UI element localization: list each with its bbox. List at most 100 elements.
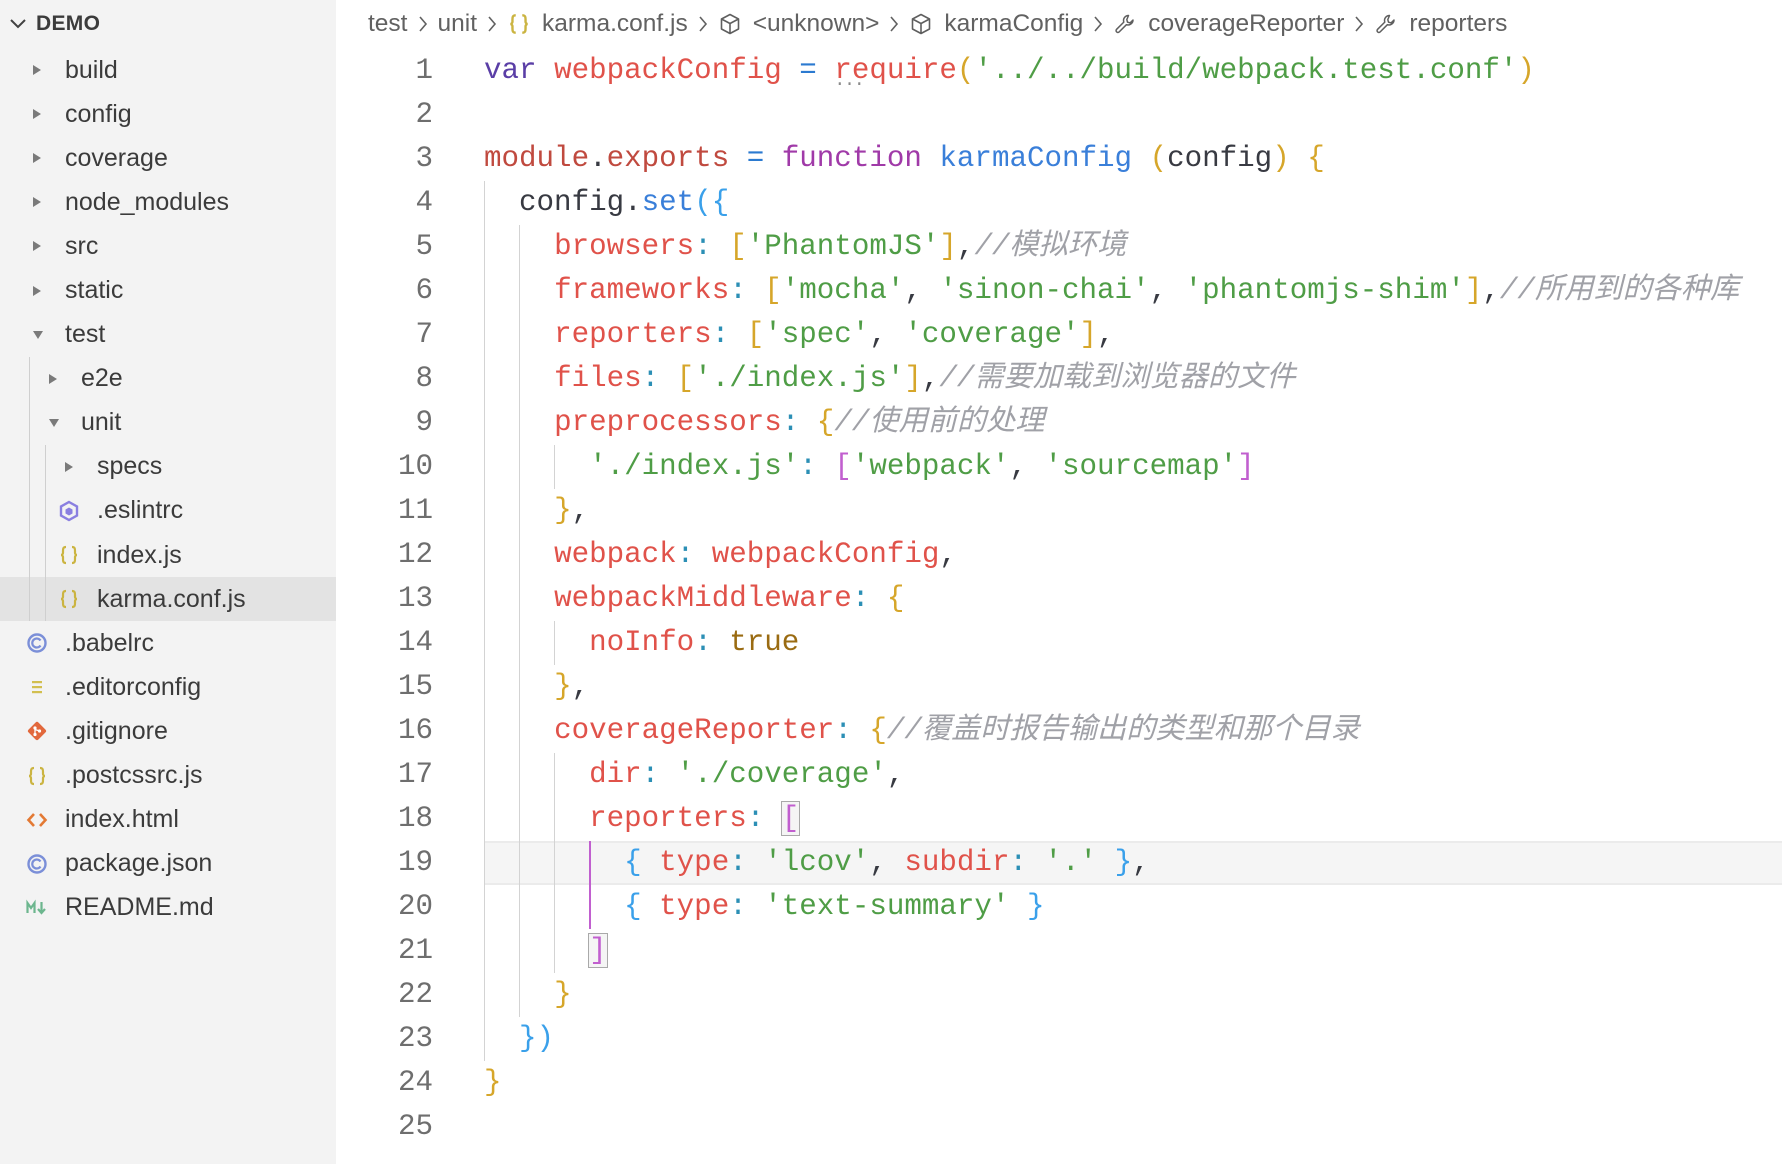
code-token: , <box>1009 449 1045 483</box>
code-text[interactable]: coverageReporter: {//覆盖时报告输出的类型和那个目录 <box>484 708 1782 753</box>
chevron-down-icon[interactable] <box>0 18 36 30</box>
code-line[interactable]: 16 coverageReporter: {//覆盖时报告输出的类型和那个目录 <box>336 708 1782 753</box>
explorer-title: DEMO <box>36 12 101 35</box>
code-line[interactable]: 6 frameworks: ['mocha', 'sinon-chai', 'p… <box>336 268 1782 313</box>
breadcrumb-item-unknown[interactable]: <unknown> <box>718 10 880 38</box>
chevron-down-icon[interactable] <box>32 330 44 340</box>
code-text[interactable]: reporters: [ <box>484 796 1782 841</box>
code-text[interactable] <box>484 1105 1782 1149</box>
code-token: } <box>1114 845 1133 879</box>
code-text[interactable]: reporters: ['spec', 'coverage'], <box>484 312 1782 357</box>
code-text[interactable]: { type: 'lcov', subdir: '.' }, <box>484 840 1782 885</box>
code-text[interactable]: module.exports = function karmaConfig (c… <box>484 137 1782 181</box>
code-text[interactable]: webpackMiddleware: { <box>484 576 1782 621</box>
code-line[interactable]: 4 config.set({ <box>336 180 1782 225</box>
tree-file-index-js[interactable]: index.js <box>0 533 336 578</box>
tree-file-babelrc[interactable]: .babelrc <box>0 621 336 665</box>
code-line[interactable]: 18 reporters: [ <box>336 796 1782 841</box>
code-line[interactable]: 12 webpack: webpackConfig, <box>336 532 1782 577</box>
code-text[interactable]: ] <box>484 928 1782 973</box>
chevron-right-icon[interactable] <box>32 240 42 252</box>
tree-folder-build[interactable]: build <box>0 48 336 92</box>
tree-folder-unit[interactable]: unit <box>0 400 336 445</box>
code-text[interactable]: } <box>484 972 1782 1017</box>
code-text[interactable]: config.set({ <box>484 180 1782 225</box>
code-line[interactable]: 10 './index.js': ['webpack', 'sourcemap'… <box>336 444 1782 489</box>
code-token: browsers <box>554 229 695 263</box>
code-line[interactable]: 7 reporters: ['spec', 'coverage'], <box>336 312 1782 357</box>
code-line[interactable]: 11 }, <box>336 488 1782 533</box>
tree-file-postcssrc-js[interactable]: .postcssrc.js <box>0 754 336 798</box>
breadcrumb-item-reporters[interactable]: reporters <box>1374 10 1507 38</box>
tree-file-editorconfig[interactable]: .editorconfig <box>0 665 336 709</box>
code-text[interactable]: preprocessors: {//使用前的处理 <box>484 400 1782 445</box>
code-text[interactable]: './index.js': ['webpack', 'sourcemap'] <box>484 444 1782 489</box>
breadcrumb-label: <unknown> <box>752 10 880 37</box>
code-text[interactable]: var webpackConfig = require('../../build… <box>484 49 1782 93</box>
code-line[interactable]: 15 }, <box>336 664 1782 709</box>
explorer-header[interactable]: DEMO <box>0 0 336 48</box>
code-text[interactable]: }, <box>484 664 1782 709</box>
chevron-right-icon[interactable] <box>64 461 74 473</box>
code-text[interactable]: dir: './coverage', <box>484 752 1782 797</box>
code-line[interactable]: 13 webpackMiddleware: { <box>336 576 1782 621</box>
tree-folder-node-modules[interactable]: node_modules <box>0 180 336 224</box>
tree-folder-test[interactable]: test <box>0 313 336 357</box>
chevron-down-icon[interactable] <box>48 418 60 428</box>
tree-file-index-html[interactable]: index.html <box>0 798 336 842</box>
tree-folder-specs[interactable]: specs <box>0 444 336 489</box>
code-text[interactable]: }) <box>484 1016 1782 1061</box>
tree-folder-coverage[interactable]: coverage <box>0 136 336 180</box>
code-line[interactable]: 25 <box>336 1105 1782 1149</box>
code-line[interactable]: 17 dir: './coverage', <box>336 752 1782 797</box>
code-text[interactable]: webpack: webpackConfig, <box>484 532 1782 577</box>
code-line[interactable]: 9 preprocessors: {//使用前的处理 <box>336 400 1782 445</box>
code-text[interactable]: files: ['./index.js'],//需要加载到浏览器的文件 <box>484 356 1782 401</box>
chevron-right-icon[interactable] <box>32 64 42 76</box>
code-line[interactable]: 22 } <box>336 972 1782 1017</box>
tree-file-karma-conf-js[interactable]: karma.conf.js <box>0 577 336 622</box>
code-text[interactable]: browsers: ['PhantomJS'],//模拟环境 <box>484 224 1782 269</box>
code-line[interactable]: 23 }) <box>336 1016 1782 1061</box>
code-line[interactable]: 21 ] <box>336 928 1782 973</box>
tree-folder-e2e[interactable]: e2e <box>0 356 336 401</box>
tree-file-eslintrc[interactable]: .eslintrc <box>0 488 336 534</box>
code-line[interactable]: 8 files: ['./index.js'],//需要加载到浏览器的文件 <box>336 356 1782 401</box>
code-text[interactable]: frameworks: ['mocha', 'sinon-chai', 'pha… <box>484 268 1782 313</box>
chevron-right-icon[interactable] <box>32 108 42 120</box>
code-text[interactable]: } <box>484 1061 1782 1105</box>
breadcrumb-item-karma-conf-js[interactable]: karma.conf.js <box>507 10 688 38</box>
code-text[interactable] <box>484 93 1782 137</box>
tree-item-label: src <box>65 231 99 260</box>
chevron-right-icon[interactable] <box>32 285 42 297</box>
code-text[interactable]: noInfo: true <box>484 620 1782 665</box>
breadcrumb-item-test[interactable]: test <box>368 10 408 38</box>
code-line[interactable]: 5 browsers: ['PhantomJS'],//模拟环境 <box>336 224 1782 269</box>
code-text[interactable]: { type: 'text-summary' } <box>484 884 1782 929</box>
breadcrumb-item-karmaconfig[interactable]: karmaConfig <box>909 10 1083 38</box>
chevron-right-icon[interactable] <box>32 152 42 164</box>
chevron-right-icon[interactable] <box>48 373 58 385</box>
package-icon <box>26 853 48 875</box>
code-token: set <box>641 185 695 219</box>
code-line[interactable]: 1 var webpackConfig = require('../../buil… <box>336 49 1782 93</box>
code-text[interactable]: }, <box>484 488 1782 533</box>
code-line[interactable]: 14 noInfo: true <box>336 620 1782 665</box>
tree-file-package-json[interactable]: package.json <box>0 842 336 886</box>
code-area[interactable]: 1var webpackConfig = require('../../buil… <box>336 49 1782 1149</box>
code-line[interactable]: 19 { type: 'lcov', subdir: '.' }, <box>336 840 1782 885</box>
chevron-right-icon[interactable] <box>32 196 42 208</box>
tree-folder-static[interactable]: static <box>0 268 336 312</box>
code-line[interactable]: 24} <box>336 1061 1782 1105</box>
code-line[interactable]: 2 <box>336 93 1782 137</box>
tree-folder-src[interactable]: src <box>0 224 336 268</box>
breadcrumb-item-unit[interactable]: unit <box>438 10 478 38</box>
code-line[interactable]: 3 module.exports = function karmaConfig (… <box>336 137 1782 181</box>
breadcrumb-item-coveragereporter[interactable]: coverageReporter <box>1113 10 1344 38</box>
tree-folder-config[interactable]: config <box>0 92 336 136</box>
code-token: } <box>554 977 572 1011</box>
code-line[interactable]: 20 { type: 'text-summary' } <box>336 884 1782 929</box>
tree-file-gitignore[interactable]: .gitignore <box>0 709 336 753</box>
tree-file-readme-md[interactable]: README.md <box>0 886 336 930</box>
